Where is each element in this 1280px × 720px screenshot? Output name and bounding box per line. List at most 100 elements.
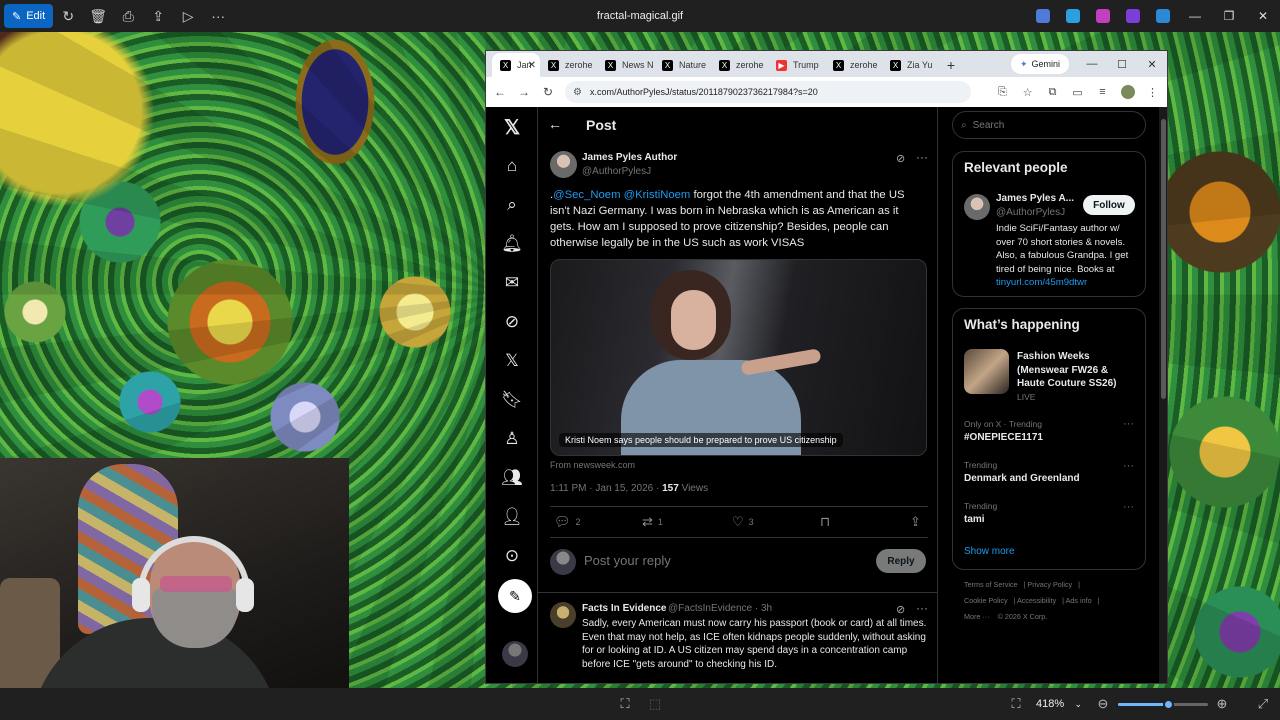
- close-tab-icon[interactable]: ✕: [528, 60, 536, 71]
- messages-icon[interactable]: ✉: [500, 271, 524, 295]
- relevant-person-name[interactable]: James Pyles A...: [996, 193, 1074, 204]
- zoom-in-icon[interactable]: ⊕: [1209, 692, 1235, 716]
- tab-4[interactable]: X zerohe: [711, 53, 768, 77]
- link-card-image[interactable]: Kristi Noem says people should be prepar…: [550, 259, 927, 456]
- split-view-icon[interactable]: ▭: [1065, 80, 1090, 104]
- maximize-icon[interactable]: ❐: [1212, 0, 1246, 32]
- designer-icon[interactable]: [1096, 9, 1110, 23]
- post-more-icon[interactable]: ···: [916, 150, 928, 164]
- communities-icon[interactable]: 👥︎: [500, 466, 524, 490]
- back-arrow-icon[interactable]: ←: [548, 116, 562, 132]
- mention-link[interactable]: @KristiNoem: [624, 189, 691, 201]
- relevant-person-avatar[interactable]: [964, 194, 990, 220]
- site-info-icon[interactable]: ⚙: [573, 87, 582, 98]
- slideshow-icon[interactable]: ▷: [173, 4, 203, 28]
- print-icon[interactable]: ⎙: [113, 4, 143, 28]
- zoom-out-icon[interactable]: ⊖: [1090, 692, 1116, 716]
- page-scrollbar[interactable]: [1159, 107, 1167, 683]
- featured-trend-title[interactable]: Fashion Weeks (Menswear FW26 & Haute Cou…: [1017, 350, 1132, 391]
- more-options-icon[interactable]: ⊙: [500, 544, 524, 568]
- browser-maximize-icon[interactable]: ☐: [1107, 53, 1137, 75]
- terms-link[interactable]: Terms of Service: [964, 580, 1018, 589]
- share-action[interactable]: ⇪: [910, 514, 921, 530]
- author-name[interactable]: James Pyles Author: [582, 152, 677, 163]
- grok-explain-icon[interactable]: ⊘: [896, 152, 905, 165]
- browser-minimize-icon[interactable]: —: [1077, 53, 1107, 75]
- mention-link[interactable]: @Sec_Noem: [553, 189, 620, 201]
- tab-0[interactable]: X Jan ✕: [492, 53, 540, 77]
- tab-1[interactable]: X zerohe: [540, 53, 597, 77]
- repost-action[interactable]: ⇄ 1: [642, 514, 663, 530]
- browser-close-icon[interactable]: ✕: [1137, 53, 1167, 75]
- onedrive-icon[interactable]: [1156, 9, 1170, 23]
- author-handle[interactable]: @AuthorPylesJ: [582, 166, 651, 177]
- explore-icon[interactable]: ⌕: [500, 193, 524, 217]
- notifications-icon[interactable]: 🔔︎: [500, 232, 524, 256]
- privacy-link[interactable]: Privacy Policy: [1027, 580, 1072, 589]
- edit-button[interactable]: ✎ Edit: [4, 4, 54, 28]
- extensions-icon[interactable]: ⧉: [1040, 80, 1065, 104]
- grok-icon[interactable]: ⊘: [500, 310, 524, 334]
- bookmarks-icon[interactable]: 🔖︎: [500, 388, 524, 412]
- new-tab-button[interactable]: +: [939, 53, 963, 77]
- author-avatar[interactable]: [550, 151, 577, 178]
- tab-3[interactable]: X Nature: [654, 53, 711, 77]
- back-icon[interactable]: ←: [488, 80, 512, 104]
- x-logo-icon[interactable]: 𝕏: [500, 115, 524, 139]
- zoom-slider[interactable]: [1118, 699, 1208, 710]
- cookie-link[interactable]: Cookie Policy: [964, 596, 1008, 605]
- media-source[interactable]: From newsweek.com: [550, 460, 635, 470]
- trend-name[interactable]: tami: [964, 514, 985, 525]
- post-time[interactable]: 1:11 PM · Jan 15, 2026 ·: [550, 483, 662, 494]
- bookmark-star-icon[interactable]: ☆: [1015, 80, 1040, 104]
- account-avatar[interactable]: [502, 641, 528, 667]
- comment-avatar[interactable]: [550, 602, 576, 628]
- trend-more-icon[interactable]: ···: [1123, 418, 1134, 430]
- trend-name[interactable]: #ONEPIECE1171: [964, 432, 1043, 443]
- search-box[interactable]: ⌕ Search: [952, 111, 1146, 139]
- more-link[interactable]: More ···: [964, 612, 990, 621]
- reply-input[interactable]: Post your reply: [584, 553, 671, 568]
- media-icon[interactable]: ≡: [1090, 80, 1115, 104]
- tab-7[interactable]: X Zia Yu: [882, 53, 939, 77]
- home-icon[interactable]: ⌂: [500, 154, 524, 178]
- install-icon[interactable]: ⎘: [990, 80, 1015, 104]
- show-more-link[interactable]: Show more: [964, 546, 1015, 557]
- ads-link[interactable]: Ads info: [1066, 596, 1092, 605]
- minimize-icon[interactable]: —: [1178, 0, 1212, 32]
- fullscreen-icon[interactable]: ⤢: [1250, 692, 1276, 716]
- delete-icon[interactable]: 🗑: [83, 4, 113, 28]
- follow-button[interactable]: Follow: [1083, 195, 1135, 215]
- clipchamp-icon[interactable]: [1126, 9, 1140, 23]
- comment-author-name[interactable]: Facts In Evidence: [582, 603, 666, 614]
- reload-icon[interactable]: ↻: [536, 80, 560, 104]
- scroll-thumb[interactable]: [1161, 119, 1166, 399]
- tab-6[interactable]: X zerohe: [825, 53, 882, 77]
- tab-2[interactable]: X News N: [597, 53, 654, 77]
- premium-x-icon[interactable]: 𝕏: [500, 349, 524, 373]
- rotate-icon[interactable]: ↻: [53, 4, 83, 28]
- bio-link[interactable]: tinyurl.com/45m9dtwr: [996, 277, 1087, 288]
- profile-nav-icon[interactable]: 👤︎: [500, 505, 524, 529]
- menu-icon[interactable]: ⋮: [1140, 80, 1165, 104]
- like-action[interactable]: ♡ 3: [732, 514, 754, 530]
- trend-name[interactable]: Denmark and Greenland: [964, 473, 1080, 484]
- jobs-icon[interactable]: ♙: [500, 427, 524, 451]
- reply-button[interactable]: Reply: [876, 549, 926, 573]
- profile-icon[interactable]: [1115, 80, 1140, 104]
- trend-more-icon[interactable]: ···: [1123, 501, 1134, 513]
- more-icon[interactable]: ···: [203, 4, 233, 28]
- omnibox[interactable]: ⚙ x.com/AuthorPylesJ/status/201187902373…: [565, 81, 971, 103]
- share-icon[interactable]: ⇪: [143, 4, 173, 28]
- close-icon[interactable]: ✕: [1246, 0, 1280, 32]
- bookmark-action[interactable]: ⊓: [820, 514, 830, 530]
- paint-icon[interactable]: [1066, 9, 1080, 23]
- zoom-slider-knob[interactable]: [1162, 699, 1174, 710]
- zoom-level-dropdown[interactable]: 418% ⌄: [1030, 694, 1088, 714]
- reply-action[interactable]: 💬︎ 2: [554, 514, 581, 530]
- url-text[interactable]: x.com/AuthorPylesJ/status/20118790237362…: [590, 87, 818, 97]
- comment-author-handle[interactable]: @FactsInEvidence · 3h: [668, 603, 772, 614]
- gemini-button[interactable]: ✦ Gemini: [1011, 54, 1069, 74]
- fit-to-window-icon[interactable]: ⛶: [1003, 692, 1029, 716]
- copilot-icon[interactable]: [1036, 9, 1050, 23]
